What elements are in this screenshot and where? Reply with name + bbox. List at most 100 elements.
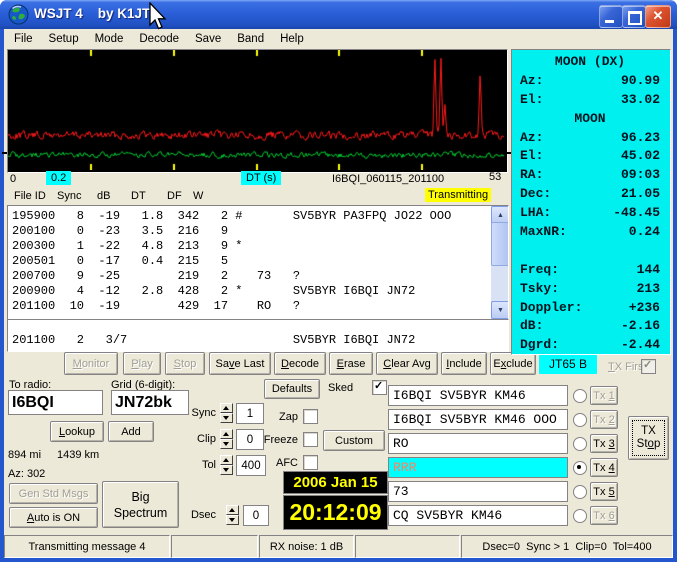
tx-send-button[interactable]: Tx 1 [590,386,618,405]
to-radio-input[interactable] [8,390,103,415]
tx-send-button[interactable]: Tx 2 [590,410,618,429]
tol-spinner[interactable] [220,455,233,475]
decode-button[interactable]: Decode [274,352,326,375]
dt-axis-label: DT (s) [241,171,282,185]
menu-item[interactable]: Save [187,31,229,47]
dsec-down-icon[interactable] [226,515,239,525]
moon-row: Freq: 144 [512,260,670,279]
sync-spinner[interactable] [220,403,233,423]
moon-row-heading [559,260,637,279]
tx-send-button[interactable]: Tx 5 [590,482,618,501]
moon-row: Az: 96.23 [512,128,670,147]
tx-select-radio[interactable] [573,509,587,523]
moon-row: MOON (DX) [512,52,670,71]
clip-label: Clip [197,433,216,445]
moon-row-heading [543,165,621,184]
clip-up-icon[interactable] [220,429,233,439]
tx-send-button[interactable]: Tx 3 [590,434,618,453]
menu-item[interactable]: Mode [87,31,132,47]
decoded-row[interactable]: 200900 4 -12 2.8 428 2 * SV5BYR I6BQI JN… [12,284,491,299]
exclude-button[interactable]: Ex clude [490,352,536,375]
tx-send-button[interactable]: Tx 4 [590,458,618,477]
close-button[interactable]: ✕ [645,5,671,28]
tx-message-field[interactable]: RRR [388,457,568,478]
dsec-value[interactable]: 0 [243,505,269,526]
scroll-down-button[interactable]: ▼ [491,301,508,319]
decoded-row[interactable]: 200300 1 -22 4.8 213 9 * [12,239,491,254]
left-baseline-tick [2,152,7,154]
defaults-button[interactable]: Defaults [264,379,320,399]
moon-row-value: 09:03 [620,167,660,183]
tx-stop-button[interactable]: TX Stop [628,416,669,460]
tx-message-field[interactable]: I6BQI SV5BYR KM46 [388,385,568,406]
play-button[interactable]: Play [123,352,161,375]
tx-select-radio[interactable] [573,437,587,451]
col-df: DF [167,190,182,202]
minimize-icon [605,20,614,23]
moon-row-label: LHA: [520,205,552,221]
tx-select-radio[interactable] [573,413,587,427]
gen-std-msgs-button[interactable]: Gen Std Msgs [9,483,98,504]
tx-select-radio[interactable] [573,461,587,475]
clip-down-icon[interactable] [220,439,233,449]
decoded-row[interactable]: 195900 8 -19 1.8 342 2 # SV5BYR PA3FPQ J… [12,209,491,224]
title-bar[interactable]: WSJT 4 by K1JT ✕ [0,0,677,29]
decoded-row[interactable]: 200700 9 -25 219 2 73 ? [12,269,491,284]
transmitting-badge: Transmitting [425,188,492,202]
save-last-button[interactable]: Sa v e Last [209,352,271,375]
zap-checkbox[interactable] [303,409,318,424]
clear-avg-button[interactable]: Clear Avg [376,352,438,375]
custom-button[interactable]: Custom [323,430,385,451]
freeze-checkbox[interactable] [303,432,318,447]
menu-item[interactable]: File [6,31,41,47]
monitor-button[interactable]: Monitor [64,352,118,375]
date-display: 2006 Jan 15 [283,471,388,494]
sked-checkbox[interactable] [372,379,387,395]
moon-row: LHA: -48.45 [512,203,670,222]
moon-row: RA: 09:03 [512,165,670,184]
decoded-row[interactable]: 200501 0 -17 0.4 215 5 [12,254,491,269]
decoded-row[interactable]: 200100 0 -23 3.5 216 9 [12,224,491,239]
menu-item[interactable]: Band [229,31,272,47]
moon-row-value: 90.99 [620,72,660,88]
file-id-label: I6BQI_060115_201100 [332,173,445,185]
minimize-button[interactable] [599,5,623,28]
sync-down-icon[interactable] [220,413,233,423]
col-sync: Sync [57,190,82,202]
maximize-button[interactable] [622,5,646,28]
tx-select-radio[interactable] [573,389,587,403]
moon-row-label: Doppler: [520,299,583,315]
tx-message-field[interactable]: CQ SV5BYR KM46 [388,505,568,526]
auto-button[interactable]: Auto is ON [9,507,98,528]
moon-row-value: -2.16 [620,318,660,334]
tx-send-button[interactable]: Tx 6 [590,506,618,525]
moon-row-heading [520,241,660,260]
tx-row: CQ SV5BYR KM46 Tx 6 [388,505,670,526]
dsec-up-icon[interactable] [226,505,239,515]
sync-up-icon[interactable] [220,403,233,413]
x-max-label: 53 [489,171,502,183]
tx-message-field[interactable]: I6BQI SV5BYR KM46 OOO [388,409,568,430]
menu-item[interactable]: Help [272,31,312,47]
tx-first-checkbox[interactable] [641,358,656,374]
scroll-thumb[interactable] [491,222,508,266]
mode-indicator: JT65 B [539,353,597,374]
menu-item[interactable]: Setup [41,31,87,47]
include-button[interactable]: Include [441,352,487,375]
decoded-row[interactable]: 201100 10 -19 429 17 RO ? [12,299,491,314]
tx-message-field[interactable]: RO [388,433,568,454]
spectrum-canvas[interactable] [8,50,505,170]
clip-spinner[interactable] [220,429,233,449]
tol-up-icon[interactable] [220,455,233,465]
tx-select-radio[interactable] [573,485,587,499]
stop-button[interactable]: Stop [165,352,205,375]
tx-stop-line2: Stop [636,438,661,450]
tx-message-field[interactable]: 73 [388,481,568,502]
add-button[interactable]: Add [108,421,154,442]
dsec-spinner[interactable] [226,505,239,525]
menu-item[interactable]: Decode [131,31,187,47]
erase-button[interactable]: Erase [329,352,373,375]
tol-down-icon[interactable] [220,465,233,475]
afc-checkbox[interactable] [303,455,318,470]
lookup-button[interactable]: Lookup [50,421,104,442]
